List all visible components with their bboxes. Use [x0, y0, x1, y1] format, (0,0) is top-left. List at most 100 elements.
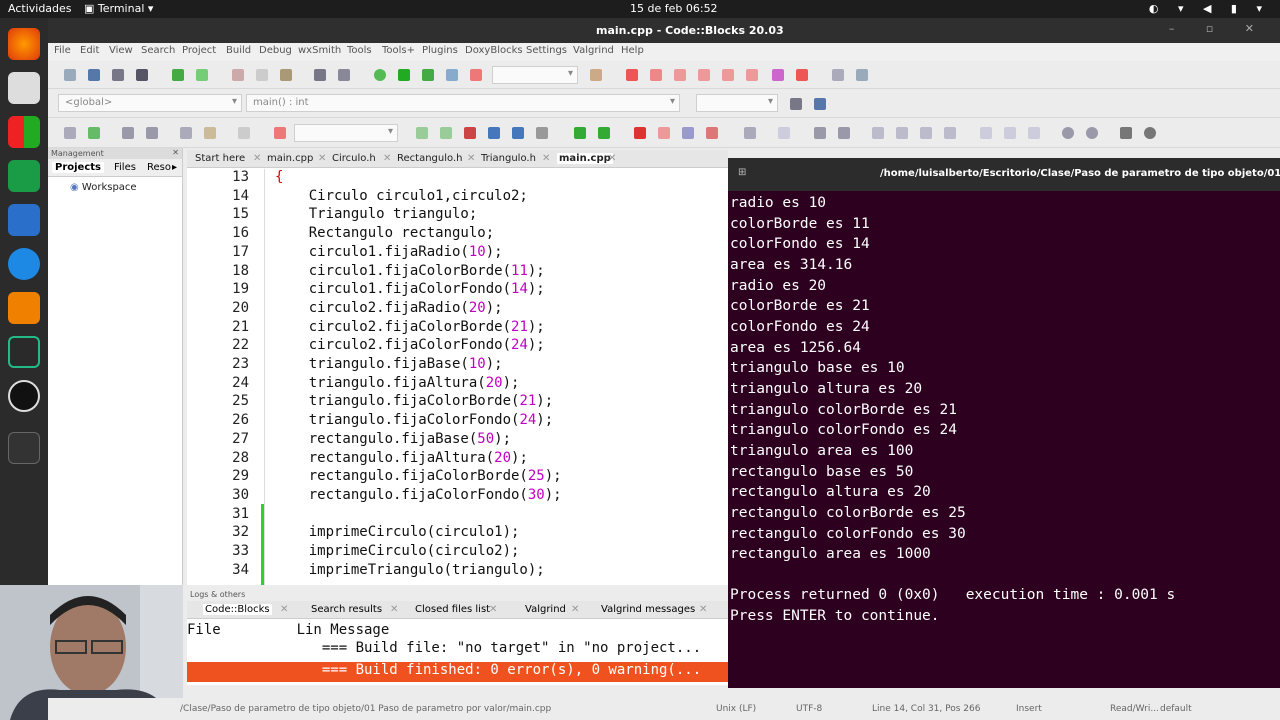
- tab-files[interactable]: Files: [114, 162, 136, 173]
- code-line[interactable]: 16 Rectangulo rectangulo;: [187, 225, 728, 244]
- rebuild-icon[interactable]: [446, 69, 458, 81]
- thunderbird-icon[interactable]: [8, 248, 40, 280]
- jump-forward-icon[interactable]: [598, 127, 610, 139]
- scope-select[interactable]: <global>: [58, 94, 242, 112]
- next-icon[interactable]: [440, 127, 452, 139]
- redo-icon[interactable]: [196, 69, 208, 81]
- tab-close-icon[interactable]: ✕: [390, 604, 398, 615]
- menu-search[interactable]: Search: [141, 45, 175, 56]
- abort-icon[interactable]: [470, 69, 482, 81]
- layout-icon[interactable]: [814, 127, 826, 139]
- tab-main-cpp-active[interactable]: main.cpp: [557, 153, 613, 164]
- activities-button[interactable]: Actividades: [8, 2, 72, 15]
- code-line[interactable]: 24 triangulo.fijaAltura(20);: [187, 375, 728, 394]
- indent-icon[interactable]: [180, 127, 192, 139]
- jump-icon[interactable]: [790, 98, 802, 110]
- jump-back-icon[interactable]: [574, 127, 586, 139]
- terminal-window[interactable]: ⊞ /home/luisalberto/Escritorio/Clase/Pas…: [728, 158, 1280, 688]
- select-icon[interactable]: [744, 127, 756, 139]
- tab-main-cpp-1[interactable]: main.cpp: [267, 153, 313, 164]
- code-line[interactable]: 23 triangulo.fijaBase(10);: [187, 356, 728, 375]
- menu-tools[interactable]: Tools: [347, 45, 372, 56]
- prev-bookmark-icon[interactable]: [658, 127, 670, 139]
- tab-close-icon[interactable]: ✕: [467, 153, 475, 164]
- tab-rectangulo-h[interactable]: Rectangulo.h: [397, 153, 462, 164]
- menu-edit[interactable]: Edit: [80, 45, 99, 56]
- stop-debug-icon[interactable]: [796, 69, 808, 81]
- code-line[interactable]: 30 rectangulo.fijaColorFondo(30);: [187, 487, 728, 506]
- code-line[interactable]: 32 imprimeCirculo(circulo1);: [187, 524, 728, 543]
- code-line[interactable]: 17 circulo1.fijaRadio(10);: [187, 244, 728, 263]
- tab-close-icon[interactable]: ✕: [318, 153, 326, 164]
- menu-debug[interactable]: Debug: [259, 45, 292, 56]
- code-line[interactable]: 14 Circulo circulo1,circulo2;: [187, 188, 728, 207]
- code-line[interactable]: 26 triangulo.fijaColorFondo(24);: [187, 412, 728, 431]
- apps-icon[interactable]: [8, 116, 40, 148]
- vlc-icon[interactable]: [8, 292, 40, 324]
- tab-close-icon[interactable]: ✕: [253, 153, 261, 164]
- code-line[interactable]: 34 imprimeTriangulo(triangulo);: [187, 562, 728, 581]
- shape2-icon[interactable]: [1004, 127, 1016, 139]
- find-icon[interactable]: [314, 69, 326, 81]
- target-options-icon[interactable]: [590, 69, 602, 81]
- firefox-icon[interactable]: [8, 28, 40, 60]
- prev-icon[interactable]: [416, 127, 428, 139]
- break-icon[interactable]: [772, 69, 784, 81]
- log-row[interactable]: === Build file: "no target" in "no proje…: [187, 640, 728, 660]
- app-menu[interactable]: ▣ Terminal ▾: [84, 2, 153, 15]
- terminal-dock-icon[interactable]: [8, 432, 40, 464]
- run-to-cursor-icon[interactable]: [650, 69, 662, 81]
- debug-info-icon[interactable]: [856, 69, 868, 81]
- paste-icon[interactable]: [280, 69, 292, 81]
- system-tray[interactable]: ◐ ▾ ◀ ▮ ▾: [1149, 2, 1270, 15]
- bookmark-down-icon[interactable]: [88, 127, 100, 139]
- code-line[interactable]: 13 {: [187, 169, 728, 188]
- step-out-icon[interactable]: [722, 69, 734, 81]
- open-icon[interactable]: [88, 69, 100, 81]
- menu-view[interactable]: View: [109, 45, 133, 56]
- step-into-icon[interactable]: [698, 69, 710, 81]
- align2-icon[interactable]: [896, 127, 908, 139]
- menu-project[interactable]: Project: [182, 45, 216, 56]
- menu-help[interactable]: Help: [621, 45, 644, 56]
- selection-icon[interactable]: [488, 127, 500, 139]
- marker-icon[interactable]: [464, 127, 476, 139]
- menu-wxsmith[interactable]: wxSmith: [298, 45, 341, 56]
- highlight-select[interactable]: [294, 124, 398, 142]
- debug-windows-icon[interactable]: [832, 69, 844, 81]
- align3-icon[interactable]: [920, 127, 932, 139]
- menu-valgrind[interactable]: Valgrind: [573, 45, 614, 56]
- menu-tools-plus[interactable]: Tools+: [382, 45, 415, 56]
- comment-icon[interactable]: [122, 127, 134, 139]
- tab-circulo-h[interactable]: Circulo.h: [332, 153, 376, 164]
- uncomment-icon[interactable]: [146, 127, 158, 139]
- geogebra-icon[interactable]: [8, 336, 40, 368]
- zoom-out-icon[interactable]: [1086, 127, 1098, 139]
- match-icon[interactable]: [512, 127, 524, 139]
- clock[interactable]: 15 de feb 06:52: [630, 2, 718, 15]
- tab-scroll-right-icon[interactable]: ▸: [172, 162, 177, 173]
- copy-icon[interactable]: [256, 69, 268, 81]
- tab-resources[interactable]: Reso: [147, 162, 171, 173]
- code-line[interactable]: 18 circulo1.fijaColorBorde(11);: [187, 263, 728, 282]
- code-line[interactable]: 21 circulo2.fijaColorBorde(21);: [187, 319, 728, 338]
- log-row-highlighted[interactable]: === Build finished: 0 error(s), 0 warnin…: [187, 662, 728, 682]
- new-file-icon[interactable]: [64, 69, 76, 81]
- tab-search-results[interactable]: Search results: [311, 604, 382, 615]
- tab-triangulo-h[interactable]: Triangulo.h: [481, 153, 536, 164]
- menu-plugins[interactable]: Plugins: [422, 45, 458, 56]
- next-bookmark-icon[interactable]: [682, 127, 694, 139]
- search-symbol-icon[interactable]: [814, 98, 826, 110]
- build-run-icon[interactable]: [422, 69, 434, 81]
- code-line[interactable]: 33 imprimeCirculo(circulo2);: [187, 543, 728, 562]
- layout2-icon[interactable]: [838, 127, 850, 139]
- code-line[interactable]: 27 rectangulo.fijaBase(50);: [187, 431, 728, 450]
- tab-close-icon[interactable]: ✕: [280, 604, 288, 615]
- function-select[interactable]: main() : int: [246, 94, 680, 112]
- debug-icon[interactable]: [626, 69, 638, 81]
- bookmark-icon[interactable]: [634, 127, 646, 139]
- window-controls[interactable]: – ▫ ✕: [1169, 22, 1268, 35]
- code-line[interactable]: 28 rectangulo.fijaAltura(20);: [187, 450, 728, 469]
- code-area[interactable]: 13{14 Circulo circulo1,circulo2; 15 Trian…: [187, 169, 728, 585]
- code-line[interactable]: 15 Triangulo triangulo;: [187, 206, 728, 225]
